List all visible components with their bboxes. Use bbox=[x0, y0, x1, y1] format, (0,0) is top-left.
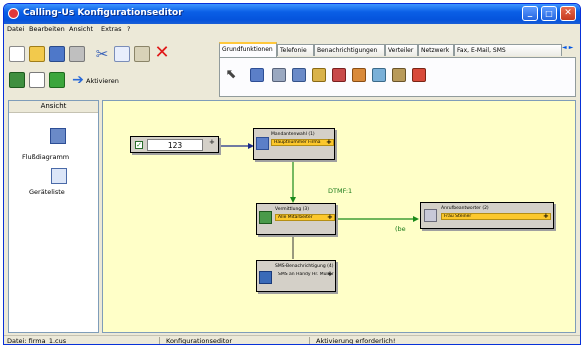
arrowhead-voicemail bbox=[413, 216, 419, 222]
mobile-phone-icon bbox=[259, 271, 272, 284]
maximize-button[interactable]: □ bbox=[541, 6, 557, 21]
chart-line-icon[interactable] bbox=[332, 68, 346, 82]
node-title: Mandantenwahl (1) bbox=[271, 132, 315, 137]
flow-node-dispatch[interactable]: Vermittlung (3) Alle Mitarbeiter + bbox=[256, 203, 336, 235]
print-icon[interactable] bbox=[69, 46, 85, 62]
status-divider bbox=[309, 337, 310, 344]
plus-icon[interactable]: + bbox=[327, 271, 333, 278]
status-activation: Aktivierung erforderlich! bbox=[316, 337, 396, 345]
dispatcher-icon[interactable] bbox=[292, 68, 306, 82]
flow-node-voicemail[interactable]: Anrufbeantworter (2) Frau Steiner + bbox=[420, 202, 554, 229]
node-title: Vermittlung (3) bbox=[275, 207, 310, 212]
activate-icon[interactable]: ➔ bbox=[70, 72, 86, 88]
node-value: Hauptnummer Firma bbox=[271, 139, 334, 146]
plus-icon[interactable]: + bbox=[326, 139, 332, 146]
pointer-tool-icon[interactable]: ⬉ bbox=[224, 68, 238, 82]
tab-benachrichtigungen[interactable]: Benachrichtigungen bbox=[314, 44, 385, 56]
node-title: Anrufbeantworter (2) bbox=[441, 206, 489, 211]
flowchart-icon[interactable] bbox=[50, 128, 66, 144]
menu-extras[interactable]: Extras bbox=[101, 25, 122, 33]
tab-grundfunktionen[interactable]: Grundfunktionen bbox=[219, 42, 277, 57]
main-window: Calling-Us Konfigurationseditor _ □ ✕ Da… bbox=[3, 3, 581, 345]
element-palette: ⬉ bbox=[219, 57, 576, 97]
status-editor: Konfigurationseditor bbox=[166, 337, 232, 345]
database-icon[interactable] bbox=[312, 68, 326, 82]
answering-machine-icon bbox=[424, 209, 437, 222]
menu-ansicht[interactable]: Ansicht bbox=[69, 25, 93, 33]
plus-icon[interactable]: + bbox=[327, 214, 333, 221]
tab-fax-email-sms[interactable]: Fax, E-Mail, SMS bbox=[454, 44, 562, 56]
node-title: SMS-Benachrichtigung (4) bbox=[275, 264, 334, 269]
phone-line-icon[interactable] bbox=[272, 68, 286, 82]
minimize-button[interactable]: _ bbox=[522, 6, 538, 21]
open-folder-icon[interactable] bbox=[29, 46, 45, 62]
paste-icon[interactable] bbox=[134, 46, 150, 62]
device-list-icon[interactable] bbox=[51, 168, 67, 184]
edit-icon[interactable] bbox=[29, 72, 45, 88]
status-file: Datei: firma_1.cus bbox=[7, 337, 67, 345]
sidebar-header: Ansicht bbox=[9, 101, 98, 113]
edge-label-dtmf: DTMF:1 bbox=[328, 187, 353, 195]
mobile-phone-icon[interactable] bbox=[372, 68, 386, 82]
checkbox-icon[interactable]: ✓ bbox=[135, 141, 143, 149]
tab-telefonie[interactable]: Telefonie bbox=[277, 44, 314, 56]
activate-label[interactable]: Aktivieren bbox=[86, 77, 119, 85]
new-file-icon[interactable] bbox=[9, 46, 25, 62]
tab-verteiler[interactable]: Verteiler bbox=[385, 44, 418, 56]
sidebar-item-flussdiagramm[interactable]: Flußdiagramm bbox=[22, 153, 69, 161]
bar-chart-icon[interactable] bbox=[412, 68, 426, 82]
node-value: SMS an Handy Hr. Müller bbox=[275, 271, 335, 278]
view-icon[interactable] bbox=[9, 72, 25, 88]
title-bar[interactable]: Calling-Us Konfigurationseditor _ □ ✕ bbox=[4, 4, 580, 24]
tenant-select-icon[interactable] bbox=[250, 68, 264, 82]
tab-netzwerk[interactable]: Netzwerk bbox=[418, 44, 454, 56]
status-divider bbox=[159, 337, 160, 344]
tenant-select-icon bbox=[256, 137, 269, 150]
menu-help[interactable]: ? bbox=[127, 25, 130, 33]
sidebar-item-geraeteliste[interactable]: Geräteliste bbox=[29, 188, 65, 196]
switch-icon[interactable] bbox=[392, 68, 406, 82]
menu-datei[interactable]: Datei bbox=[7, 25, 24, 33]
flow-canvas[interactable]: DTMF:1 (be ✓ 123 + Mandantenwahl (1) Hau… bbox=[102, 100, 576, 333]
status-bar: Datei: firma_1.cus Konfigurationseditor … bbox=[4, 335, 580, 345]
window-title: Calling-Us Konfigurationseditor bbox=[23, 8, 183, 18]
plus-icon[interactable]: + bbox=[209, 139, 215, 146]
phone-number-field[interactable]: 123 bbox=[147, 139, 203, 151]
node-value: Frau Steiner bbox=[441, 213, 551, 220]
people-icon bbox=[259, 211, 272, 224]
flow-node-sms[interactable]: SMS-Benachrichtigung (4) SMS an Handy Hr… bbox=[256, 260, 336, 292]
menu-bearbeiten[interactable]: Bearbeiten bbox=[29, 25, 65, 33]
save-icon[interactable] bbox=[49, 46, 65, 62]
tab-scroll-arrows[interactable]: ◄ ► bbox=[562, 44, 580, 56]
flow-node-tenant-selection[interactable]: Mandantenwahl (1) Hauptnummer Firma + bbox=[253, 128, 335, 160]
copy-icon[interactable] bbox=[114, 46, 130, 62]
flow-node-input[interactable]: ✓ 123 + bbox=[130, 136, 219, 153]
node-value: Alle Mitarbeiter bbox=[275, 214, 335, 221]
edge-label-busy: (be bbox=[395, 225, 406, 233]
view-sidebar: Ansicht Flußdiagramm Geräteliste bbox=[8, 100, 99, 333]
cut-icon[interactable]: ✂ bbox=[94, 46, 110, 62]
hands-icon[interactable] bbox=[352, 68, 366, 82]
toolbar: ✂ ✕ ➔ Aktivieren bbox=[4, 38, 214, 98]
delete-icon[interactable]: ✕ bbox=[154, 44, 170, 62]
function-tabs: Grundfunktionen Telefonie Benachrichtigu… bbox=[219, 42, 580, 58]
close-button[interactable]: ✕ bbox=[560, 6, 576, 21]
app-icon bbox=[8, 8, 19, 19]
plus-icon[interactable]: + bbox=[543, 213, 549, 220]
import-icon[interactable] bbox=[49, 72, 65, 88]
menu-bar: Datei Bearbeiten Ansicht Extras ? bbox=[4, 24, 580, 36]
